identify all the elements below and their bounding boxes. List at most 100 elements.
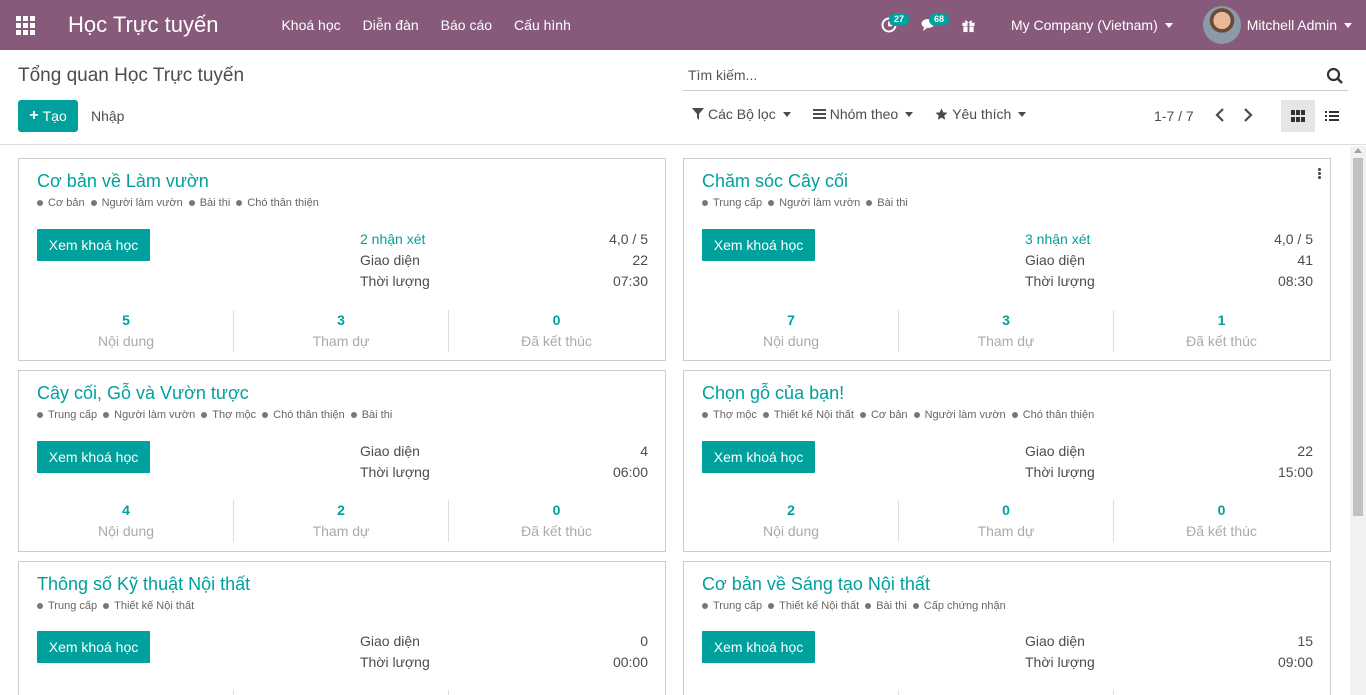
course-card[interactable]: Chăm sóc Cây cối Trung cấp Người làm vườ… — [683, 158, 1331, 361]
vertical-scrollbar[interactable] — [1350, 146, 1366, 695]
favorites-dropdown[interactable]: Yêu thích — [935, 106, 1027, 122]
course-card[interactable]: Cây cối, Gỗ và Vườn tược Trung cấp Người… — [18, 370, 666, 552]
create-label: Tạo — [42, 108, 67, 124]
attendees-counter[interactable]: 0 Tham dự — [899, 500, 1114, 542]
course-card[interactable]: Chọn gỗ của bạn! Thợ mộc Thiết kế Nội th… — [683, 370, 1331, 552]
course-counters: 7 Nội dung 3 Tham dự 1 Đã kết thúc — [684, 310, 1330, 352]
course-title[interactable]: Thông số Kỹ thuật Nội thất — [37, 574, 250, 595]
course-title[interactable]: Chăm sóc Cây cối — [702, 171, 848, 192]
filters-label: Các Bộ lọc — [708, 106, 776, 122]
attendees-counter[interactable]: 3 Tham dự — [234, 310, 449, 352]
pager-value: 1-7 / 7 — [1154, 108, 1194, 124]
content-count: 4 — [122, 502, 130, 518]
search-icon[interactable] — [1326, 67, 1344, 85]
company-name: My Company (Vietnam) — [1010, 17, 1158, 33]
star-icon — [935, 108, 948, 120]
activity-button[interactable]: 27 — [869, 0, 909, 50]
content-counter[interactable] — [684, 690, 899, 695]
main-menu: Khoá học Diễn đàn Báo cáo Cấu hình — [270, 17, 581, 33]
menu-forum[interactable]: Diễn đàn — [352, 17, 430, 33]
content-counter[interactable]: 7 Nội dung — [684, 310, 899, 352]
menu-configuration[interactable]: Cấu hình — [503, 17, 582, 33]
course-tag: Bài thi — [865, 600, 907, 612]
content-counter[interactable] — [19, 690, 234, 695]
top-navbar: Học Trực tuyến Khoá học Diễn đàn Báo cáo… — [0, 0, 1366, 50]
course-card[interactable]: Cơ bản về Làm vườn Cơ bản Người làm vườn… — [18, 158, 666, 361]
reviews-link[interactable]: 2 nhận xét — [360, 229, 425, 250]
view-course-button[interactable]: Xem khoá học — [702, 631, 815, 663]
gift-button[interactable] — [949, 0, 989, 50]
course-tag: Thiết kế Nội thất — [768, 600, 859, 612]
content-counter[interactable]: 5 Nội dung — [19, 310, 234, 352]
favorites-label: Yêu thích — [952, 106, 1012, 122]
finished-counter[interactable]: 0 Đã kết thúc — [1114, 500, 1329, 542]
course-tag: Chó thân thiện — [236, 197, 319, 209]
reviews-link[interactable]: 3 nhận xét — [1025, 229, 1090, 250]
gift-icon — [962, 20, 976, 32]
finished-counter[interactable] — [1114, 690, 1329, 695]
menu-courses[interactable]: Khoá học — [270, 17, 351, 33]
course-tag: Chó thân thiện — [1012, 409, 1095, 421]
messaging-button[interactable]: 68 — [909, 0, 949, 50]
views-label: Giao diện — [360, 633, 420, 649]
finished-count: 0 — [1217, 502, 1226, 518]
attendees-counter[interactable] — [234, 690, 449, 695]
view-course-button[interactable]: Xem khoá học — [37, 631, 150, 663]
views-label: Giao diện — [1025, 633, 1085, 649]
course-card[interactable]: Cơ bản về Sáng tạo Nội thất Trung cấp Th… — [683, 561, 1331, 695]
finished-count: 0 — [552, 312, 561, 328]
pager-previous-button[interactable] — [1211, 106, 1229, 124]
finished-counter[interactable]: 0 Đã kết thúc — [449, 500, 664, 542]
scrollbar-thumb[interactable] — [1353, 158, 1363, 516]
course-tag: Thiết kế Nội thất — [763, 409, 854, 421]
attendees-count: 2 — [337, 502, 345, 518]
course-title[interactable]: Cơ bản về Sáng tạo Nội thất — [702, 574, 930, 595]
list-view-button[interactable] — [1315, 100, 1349, 132]
duration-value: 15:00 — [1277, 464, 1313, 480]
content-label: Nội dung — [97, 523, 155, 539]
course-title[interactable]: Chọn gỗ của bạn! — [702, 383, 844, 404]
course-tags: Cơ bản Người làm vườn Bài thi Chó thân t… — [37, 197, 325, 209]
page-title: Tổng quan Học Trực tuyến — [18, 65, 245, 86]
pager-next-button[interactable] — [1239, 106, 1257, 124]
filters-dropdown[interactable]: Các Bộ lọc — [692, 106, 791, 122]
course-tag: Bài thi — [866, 197, 908, 209]
content-counter[interactable]: 2 Nội dung — [684, 500, 899, 542]
group-by-dropdown[interactable]: Nhóm theo — [812, 106, 914, 122]
finished-counter[interactable]: 1 Đã kết thúc — [1114, 310, 1329, 352]
content-label: Nội dung — [97, 333, 155, 349]
view-course-button[interactable]: Xem khoá học — [702, 229, 815, 261]
finished-count: 1 — [1217, 312, 1226, 328]
attendees-counter[interactable]: 2 Tham dự — [234, 500, 449, 542]
activity-count-badge: 27 — [888, 13, 909, 26]
view-course-button[interactable]: Xem khoá học — [37, 441, 150, 473]
duration-value: 08:30 — [1277, 273, 1313, 289]
course-title[interactable]: Cây cối, Gỗ và Vườn tược — [37, 383, 249, 404]
search-options: Các Bộ lọc Nhóm theo Yêu thích — [692, 106, 1048, 122]
company-switcher[interactable]: My Company (Vietnam) — [1011, 17, 1173, 33]
scroll-up-arrow-icon[interactable] — [1354, 148, 1362, 153]
search-input[interactable] — [688, 67, 1288, 83]
course-card[interactable]: Thông số Kỹ thuật Nội thất Trung cấp Thi… — [18, 561, 666, 695]
card-menu-icon[interactable] — [1316, 167, 1322, 181]
apps-menu-button[interactable] — [0, 0, 50, 50]
finished-counter[interactable] — [449, 690, 664, 695]
chevron-down-icon — [1344, 22, 1352, 28]
course-tags: Trung cấp Thiết kế Nội thất Bài thi Cấp … — [702, 600, 1012, 612]
content-counter[interactable]: 4 Nội dung — [19, 500, 234, 542]
create-button[interactable]: + Tạo — [18, 100, 78, 132]
views-value: 22 — [632, 252, 648, 268]
course-title[interactable]: Cơ bản về Làm vườn — [37, 171, 209, 192]
kanban-view-button[interactable] — [1281, 100, 1315, 132]
duration-value: 07:30 — [612, 273, 648, 289]
course-tag: Cơ bản — [37, 197, 85, 209]
course-tag: Bài thi — [189, 197, 231, 209]
import-button[interactable]: Nhập — [91, 108, 124, 124]
view-course-button[interactable]: Xem khoá học — [37, 229, 150, 261]
view-course-button[interactable]: Xem khoá học — [702, 441, 815, 473]
attendees-counter[interactable] — [899, 690, 1114, 695]
finished-counter[interactable]: 0 Đã kết thúc — [449, 310, 664, 352]
user-menu[interactable]: Mitchell Admin — [1202, 6, 1352, 44]
attendees-counter[interactable]: 3 Tham dự — [899, 310, 1114, 352]
menu-reporting[interactable]: Báo cáo — [430, 17, 503, 33]
